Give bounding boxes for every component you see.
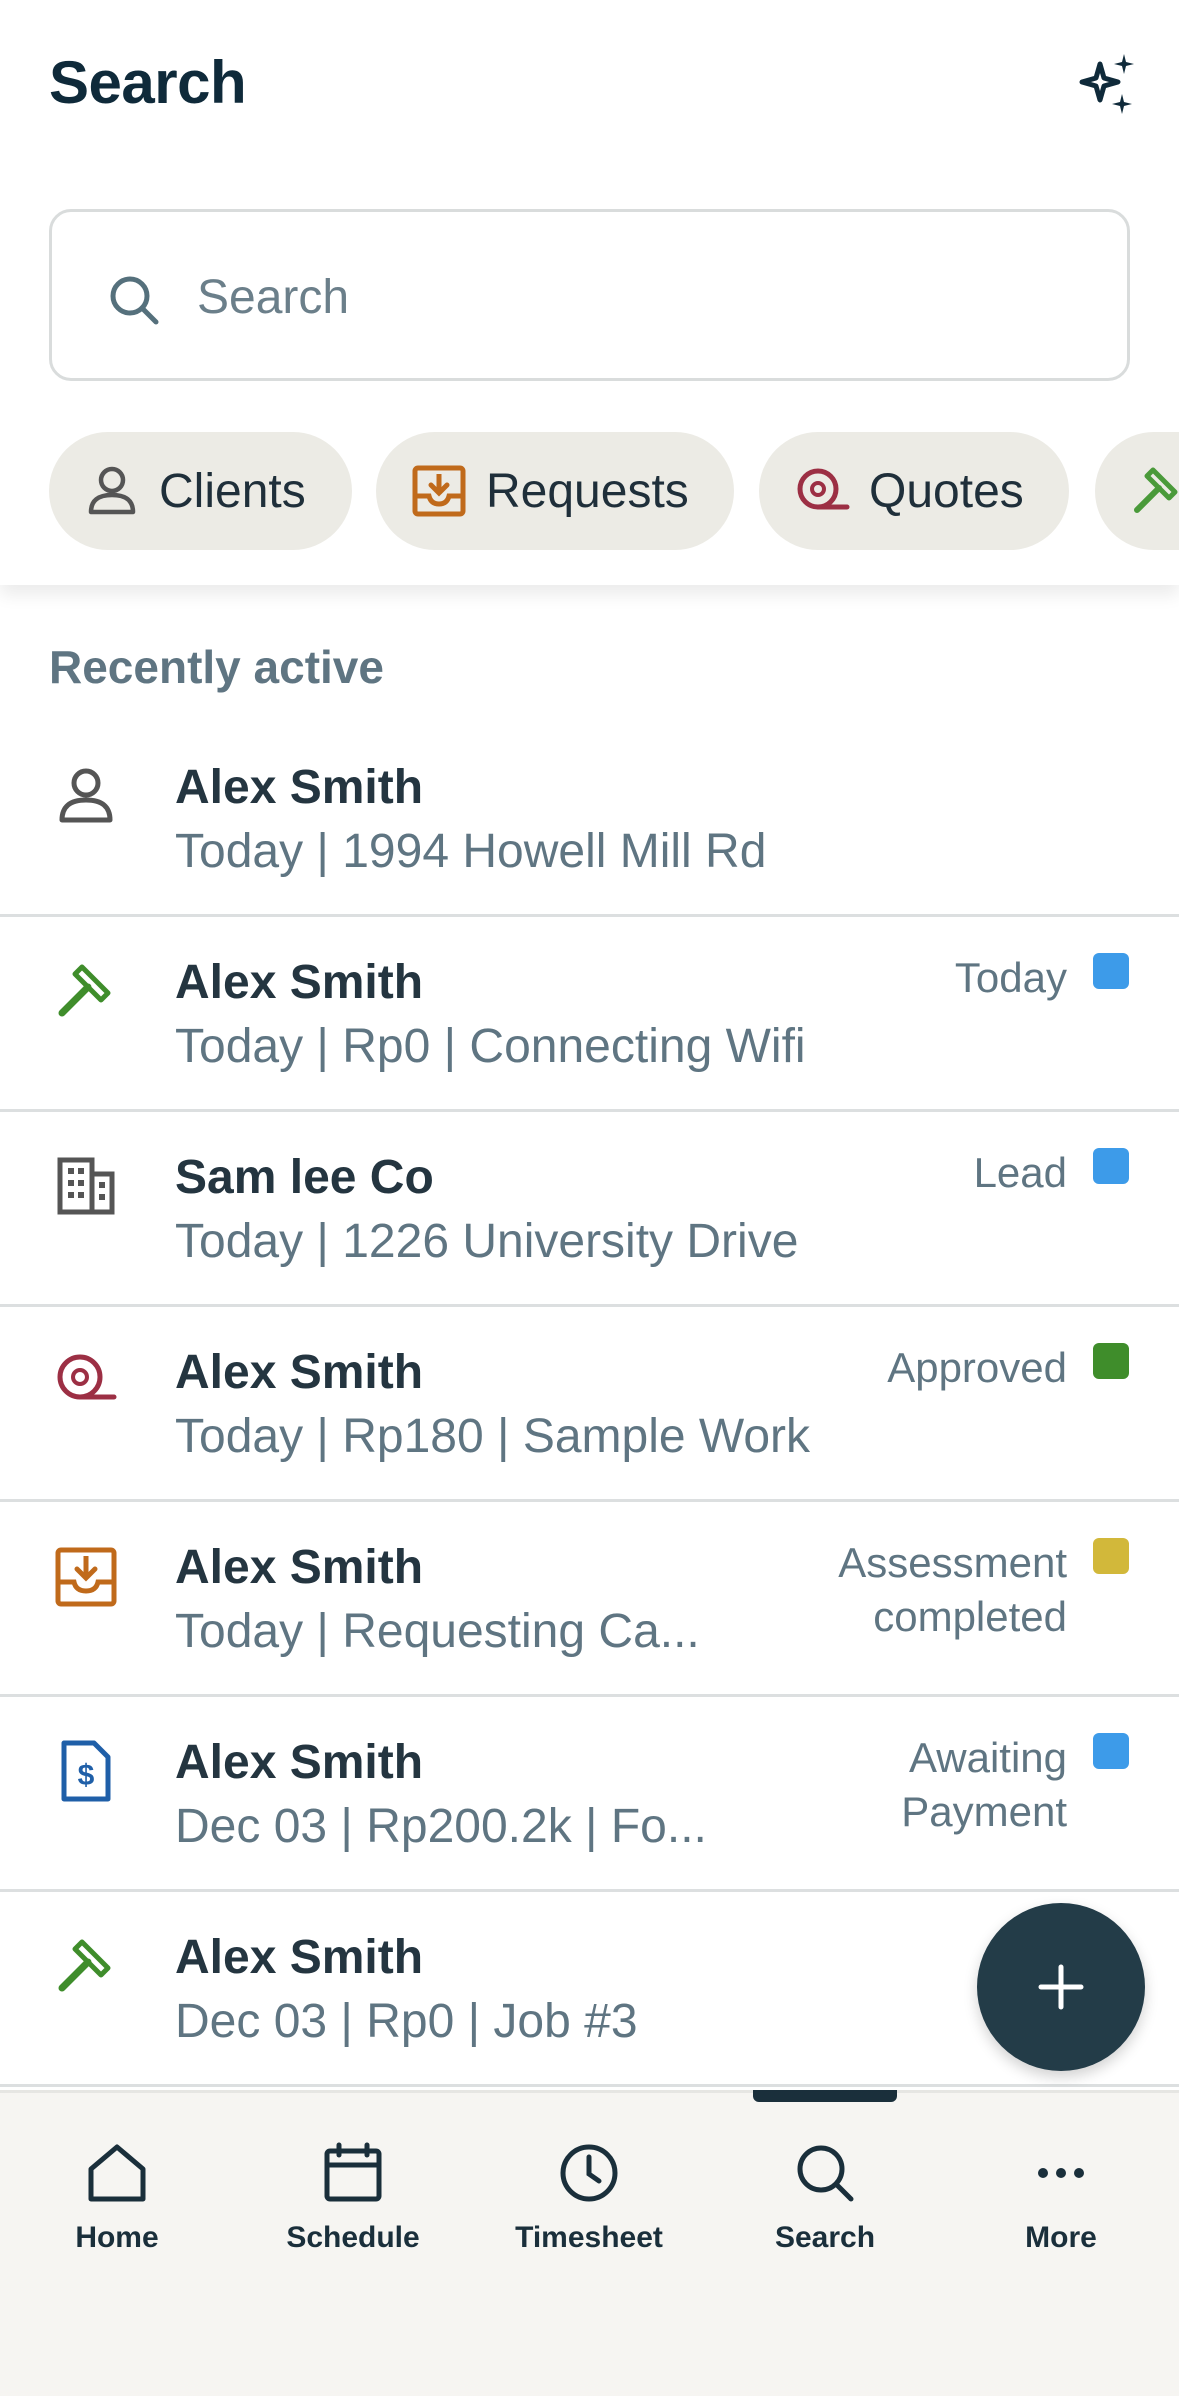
tab-schedule[interactable]: Schedule [253, 2137, 453, 2287]
add-button[interactable] [977, 1903, 1145, 2071]
measuring-tape-icon [57, 1354, 117, 1400]
tab-timesheet[interactable]: Timesheet [489, 2137, 689, 2287]
building-icon [57, 1157, 115, 1215]
bottom-tab-bar: Home Schedule Timesheet Search More [0, 2090, 1179, 2396]
tab-label: Schedule [286, 2221, 420, 2254]
chip-label: Requests [486, 464, 689, 518]
invoice-dollar-icon: $ [61, 1740, 111, 1802]
chip-label: Quotes [869, 464, 1024, 518]
item-name: Alex Smith [175, 1346, 424, 1399]
status-line-1: Awaiting [909, 1734, 1067, 1781]
item-name: Alex Smith [175, 1541, 424, 1594]
chip-quotes[interactable]: Quotes [759, 432, 1069, 550]
tab-more[interactable]: More [961, 2137, 1161, 2287]
more-dots-icon [1038, 2168, 1084, 2178]
item-subtitle: Dec 03 | Rp200.2k | Fo... [175, 1800, 707, 1853]
chip-requests[interactable]: Requests [376, 432, 734, 550]
measuring-tape-icon [797, 468, 850, 510]
person-icon [88, 466, 136, 515]
person-icon [59, 768, 113, 823]
status-dot [1093, 1343, 1129, 1379]
item-name: Alex Smith [175, 956, 424, 1009]
search-field[interactable] [49, 209, 1130, 381]
list-item[interactable]: Alex Smith Today | Rp0 | Connecting Wifi… [0, 917, 1179, 1112]
tab-home[interactable]: Home [17, 2137, 217, 2287]
item-subtitle: Today | Rp0 | Connecting Wifi [175, 1020, 806, 1073]
tab-search[interactable]: Search [725, 2137, 925, 2287]
list-item[interactable]: Alex Smith Today | 1994 Howell Mill Rd [0, 722, 1179, 917]
filter-chips: Clients Requests Quotes [49, 432, 1179, 550]
status-label: Approved [887, 1344, 1067, 1391]
status-line-2: completed [873, 1593, 1067, 1640]
list-item[interactable]: Alex Smith Today | Rp180 | Sample Work A… [0, 1307, 1179, 1502]
hammer-icon [1134, 467, 1178, 513]
inbox-download-icon [412, 465, 466, 517]
item-name: Alex Smith [175, 761, 424, 814]
sparkles-icon[interactable] [1072, 50, 1142, 120]
home-icon [88, 2144, 146, 2202]
section-recently-active: Recently active [49, 641, 384, 693]
svg-text:$: $ [78, 1759, 95, 1792]
chip-label: Clients [159, 464, 306, 518]
item-name: Alex Smith [175, 1736, 424, 1789]
status-label: Assessment completed [838, 1536, 1067, 1644]
item-subtitle: Today | Requesting Ca... [175, 1605, 700, 1658]
status-line-1: Assessment [838, 1539, 1067, 1586]
list-item[interactable]: $ Alex Smith Dec 03 | Rp200.2k | Fo... A… [0, 1697, 1179, 1892]
status-dot [1093, 953, 1129, 989]
status-line-2: Payment [901, 1788, 1067, 1835]
plus-icon [1038, 1964, 1084, 2010]
hammer-icon [58, 964, 111, 1017]
item-subtitle: Dec 03 | Rp0 | Job #3 [175, 1995, 638, 2048]
chip-jobs[interactable] [1095, 432, 1179, 550]
calendar-icon [324, 2142, 382, 2202]
search-header: Search Clients Requests [0, 0, 1179, 585]
status-label: Today [954, 954, 1067, 1001]
page-title: Search [49, 49, 247, 116]
chip-clients[interactable]: Clients [49, 432, 352, 550]
status-dot [1093, 1733, 1129, 1769]
search-input[interactable] [197, 252, 1077, 342]
tab-label: Timesheet [515, 2221, 663, 2254]
status-dot [1093, 1148, 1129, 1184]
search-icon [110, 276, 159, 325]
item-subtitle: Today | Rp180 | Sample Work [175, 1410, 811, 1463]
item-subtitle: Today | 1226 University Drive [175, 1215, 799, 1268]
active-tab-indicator [753, 2090, 897, 2102]
status-label: Awaiting Payment [901, 1731, 1067, 1839]
recent-list: Alex Smith Today | 1994 Howell Mill Rd A… [0, 722, 1179, 2087]
item-name: Sam lee Co [175, 1151, 434, 1204]
tab-label: Search [774, 2221, 876, 2254]
item-subtitle: Today | 1994 Howell Mill Rd [175, 825, 767, 878]
inbox-download-icon [55, 1547, 117, 1607]
hammer-icon [58, 1939, 111, 1992]
status-label: Lead [973, 1149, 1067, 1196]
clock-icon [560, 2144, 618, 2202]
status-dot [1093, 1538, 1129, 1574]
list-item[interactable]: Sam lee Co Today | 1226 University Drive… [0, 1112, 1179, 1307]
item-name: Alex Smith [175, 1931, 424, 1984]
search-icon [797, 2145, 854, 2202]
tab-label: More [1025, 2221, 1097, 2254]
list-item[interactable]: Alex Smith Today | Requesting Ca... Asse… [0, 1502, 1179, 1697]
tab-label: Home [75, 2221, 159, 2254]
